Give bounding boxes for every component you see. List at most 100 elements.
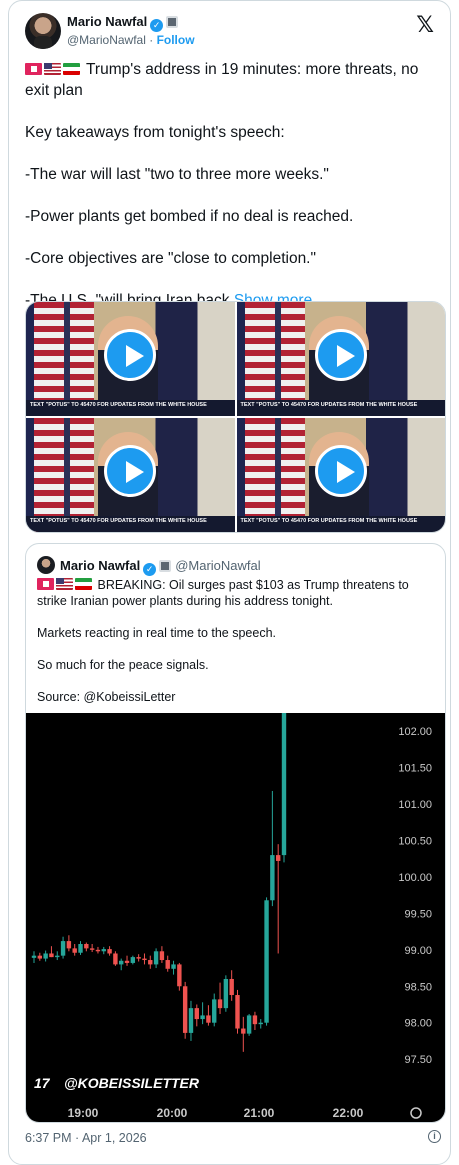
x-tick-label: 22:00 (333, 1106, 364, 1120)
affiliation-badge-icon (166, 16, 179, 28)
avatar[interactable] (25, 13, 61, 49)
candle-body (217, 999, 223, 1009)
tweet-timestamp[interactable]: 6:37 PM · Apr 1, 2026 (25, 1131, 147, 1145)
follow-button[interactable]: Follow (157, 33, 195, 47)
video-grid: TEXT "POTUS" TO 45470 FOR UPDATES FROM T… (25, 301, 446, 533)
tweet-line: Key takeaways from tonight's speech: (25, 124, 285, 141)
candle-body (95, 949, 101, 952)
candle-body (60, 941, 66, 956)
candle-body (142, 958, 147, 961)
flag-graphic (34, 418, 64, 532)
author-handle-line: @MarioNawfal · Follow (67, 33, 195, 47)
candle-body (188, 1008, 194, 1033)
candle-body (229, 978, 234, 996)
quoted-tweet[interactable]: Mario Nawfal ✓ @MarioNawfal BREAKING: Oil … (25, 543, 446, 1123)
candle-body (136, 957, 141, 959)
candle-body (165, 960, 170, 969)
y-tick-label: 101.50 (398, 763, 432, 775)
candle-body (148, 960, 153, 965)
video-caption: TEXT "POTUS" TO 45470 FOR UPDATES FROM T… (236, 400, 445, 416)
y-tick-label: 101.00 (398, 799, 432, 811)
quoted-line: BREAKING: Oil surges past $103 as Trump … (37, 577, 437, 609)
candle-body (153, 951, 159, 965)
candle-body (235, 995, 240, 1029)
y-tick-label: 102.00 (398, 726, 432, 738)
tweet-headline: Trump's address in 19 minutes: more thre… (25, 61, 419, 99)
candle-body (206, 1015, 211, 1023)
author-handle[interactable]: @MarioNawfal (67, 33, 146, 47)
candle-body (107, 949, 112, 954)
candle-body (124, 960, 130, 963)
candle-body (72, 948, 77, 953)
separator-dot: · (149, 33, 154, 47)
info-icon[interactable]: i (428, 1130, 441, 1143)
author-name-text[interactable]: Mario Nawfal (67, 14, 147, 29)
candle-body (246, 1015, 252, 1034)
video-thumbnail[interactable]: TEXT "POTUS" TO 45470 FOR UPDATES FROM T… (26, 418, 235, 532)
video-thumbnail[interactable]: TEXT "POTUS" TO 45470 FOR UPDATES FROM T… (26, 302, 235, 416)
play-icon[interactable] (314, 445, 367, 497)
play-icon[interactable] (104, 445, 157, 497)
video-caption: TEXT "POTUS" TO 45470 FOR UPDATES FROM T… (26, 516, 235, 532)
candlestick-chart-svg: 102.00 101.50 101.00 100.50 100.00 99.50 99.00… (31, 687, 432, 1120)
candle-body (84, 944, 89, 949)
candle-body (89, 948, 95, 950)
tradingview-logo-icon: 17 (34, 1075, 51, 1091)
siren-icon (25, 63, 42, 75)
quoted-author-handle: @MarioNawfal (175, 558, 261, 573)
flag-graphic (70, 418, 94, 532)
candle-body (171, 964, 176, 969)
flag-graphic (280, 418, 305, 532)
x-tick-label: 19:00 (68, 1106, 99, 1120)
tweet-text: Trump's address in 19 minutes: more thre… (25, 59, 440, 311)
y-tick-label: 99.00 (404, 945, 432, 957)
quoted-headline: BREAKING: Oil surges past $103 as Trump … (37, 578, 409, 608)
y-tick-label: 99.50 (404, 908, 432, 920)
verified-badge-icon: ✓ (150, 19, 164, 32)
candle-body (281, 687, 287, 856)
candle-body (66, 941, 72, 949)
quoted-line: Markets reacting in real time to the spe… (37, 626, 277, 640)
candle-body (241, 1028, 246, 1034)
play-icon[interactable] (104, 329, 157, 381)
candle-body (119, 960, 124, 965)
candle-body (258, 1022, 263, 1025)
tweet-line: -Core objectives are "close to completio… (25, 250, 316, 267)
y-tick-label: 100.50 (398, 836, 432, 848)
flag-graphic (280, 302, 305, 416)
candle-body (182, 986, 188, 1033)
tweet-line: -The war will last "two to three more we… (25, 166, 329, 183)
y-tick-label: 97.50 (404, 1054, 432, 1066)
iran-flag-icon (75, 578, 92, 590)
candle-body (177, 964, 182, 987)
flag-graphic (244, 302, 275, 416)
tweet-card[interactable]: Mario Nawfal ✓ @MarioNawfal · Follow 𝕏 Tr… (8, 0, 451, 1165)
quoted-line: So much for the peace signals. (37, 658, 209, 672)
tweet-line: Trump's address in 19 minutes: more thre… (25, 59, 440, 101)
candle-body (212, 999, 217, 1023)
tweet-line: -Power plants get bombed if no deal is r… (25, 208, 354, 225)
candle-body (78, 944, 83, 953)
flag-graphic (70, 302, 94, 416)
video-thumbnail[interactable]: TEXT "POTUS" TO 45470 FOR UPDATES FROM T… (236, 302, 445, 416)
us-flag-icon (44, 63, 61, 75)
oil-price-chart[interactable]: 102.00 101.50 101.00 100.50 100.00 99.50 99.00… (26, 687, 445, 1122)
siren-icon (37, 578, 54, 590)
flag-graphic (34, 302, 64, 416)
y-tick-label: 100.00 (398, 872, 432, 884)
candle-body (264, 900, 269, 1023)
play-icon[interactable] (314, 329, 367, 381)
quoted-author-name: Mario Nawfal (60, 558, 141, 573)
video-caption: TEXT "POTUS" TO 45470 FOR UPDATES FROM T… (236, 516, 445, 532)
candle-body (252, 1015, 258, 1025)
video-thumbnail[interactable]: TEXT "POTUS" TO 45470 FOR UPDATES FROM T… (236, 418, 445, 532)
quoted-source: Source: @KobeissiLetter (37, 690, 176, 704)
author-name[interactable]: Mario Nawfal ✓ (67, 14, 179, 32)
x-logo-icon[interactable]: 𝕏 (416, 14, 434, 36)
us-flag-icon (56, 578, 73, 590)
y-tick-label: 98.00 (404, 1018, 432, 1030)
iran-flag-icon (63, 63, 80, 75)
candle-body (270, 855, 275, 901)
video-caption: TEXT "POTUS" TO 45470 FOR UPDATES FROM T… (26, 400, 235, 416)
tweet-header: Mario Nawfal ✓ @MarioNawfal · Follow 𝕏 (25, 13, 436, 53)
